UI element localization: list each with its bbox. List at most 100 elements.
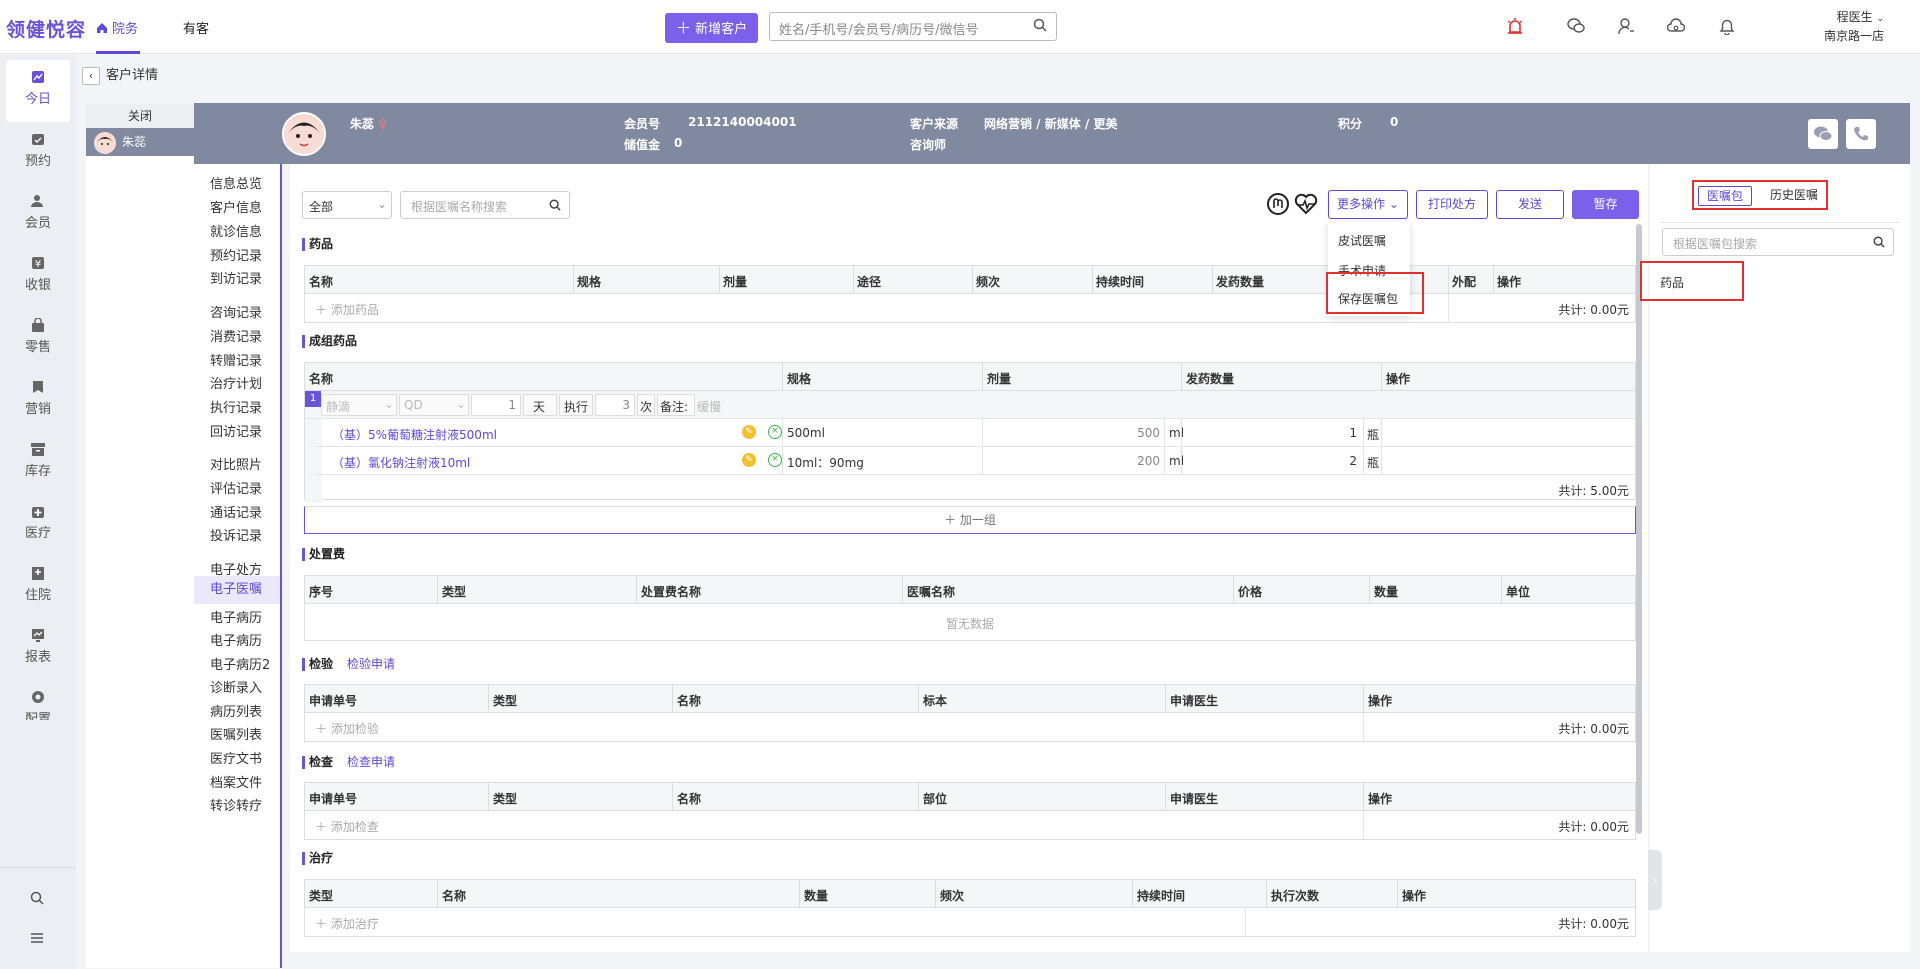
menu-item-15[interactable]: 投诉记录 — [210, 525, 262, 544]
nav-youke[interactable]: 有客 — [183, 18, 209, 37]
dose-input[interactable]: 200 — [982, 454, 1160, 468]
save-draft-button[interactable]: 暂存 — [1572, 190, 1639, 219]
sidebar-item-members[interactable]: 会员 — [6, 184, 70, 246]
dose-input[interactable]: 500 — [982, 426, 1160, 440]
menu-item-10[interactable]: 执行记录 — [210, 397, 262, 416]
remove-icon[interactable]: × — [768, 425, 782, 439]
menu-item-12[interactable]: 对比照片 — [210, 454, 262, 473]
sidebar-item-retail[interactable]: 零售 — [6, 308, 70, 370]
menu-item-7[interactable]: 消费记录 — [210, 326, 262, 345]
menu-item-8[interactable]: 转赠记录 — [210, 350, 262, 369]
tab-history-orders[interactable]: 历史医嘱 — [1764, 186, 1824, 206]
note-input[interactable]: 缓慢 — [697, 398, 721, 415]
menu-item-11[interactable]: 回访记录 — [210, 421, 262, 440]
menu-item-19[interactable]: 电子病历 — [210, 630, 262, 649]
days-input[interactable]: 1 — [471, 394, 521, 416]
menu-item-2[interactable]: 客户信息 — [210, 197, 262, 216]
print-prescription-button[interactable]: 打印处方 — [1416, 190, 1488, 219]
menu-item-23[interactable]: 医嘱列表 — [210, 724, 262, 743]
send-button[interactable]: 发送 — [1496, 190, 1564, 219]
add-exam-button[interactable]: ＋ 添加检查 — [315, 818, 379, 835]
exec-count-input[interactable]: 3 — [595, 394, 635, 416]
lab-request-link[interactable]: 检验申请 — [347, 657, 395, 671]
back-icon[interactable]: ‹ — [82, 67, 100, 85]
search-icon[interactable] — [549, 199, 561, 211]
menu-item-6[interactable]: 咨询记录 — [210, 302, 262, 321]
sidebar-item-today[interactable]: 今日 — [6, 60, 70, 122]
menu-item-13[interactable]: 评估记录 — [210, 478, 262, 497]
sidebar-item-hospital[interactable]: 住院 — [6, 556, 70, 618]
order-filter-select[interactable]: 全部 ⌄ — [302, 191, 392, 219]
alarm-icon[interactable] — [1506, 17, 1524, 35]
edit-icon[interactable]: ✎ — [742, 453, 756, 467]
package-tabs: 医嘱包 历史医嘱 — [1692, 180, 1828, 210]
sidebar-item-inventory[interactable]: 库存 — [6, 432, 70, 494]
menu-icon[interactable] — [30, 931, 44, 945]
sidebar-item-cashier[interactable]: ¥ 收银 — [6, 246, 70, 308]
add-lab-button[interactable]: ＋ 添加检验 — [315, 720, 379, 737]
new-customer-button[interactable]: ＋ 新增客户 — [665, 13, 758, 43]
menu-item-14[interactable]: 通话记录 — [210, 502, 262, 521]
sidebar-item-appointment[interactable]: 预约 — [6, 122, 70, 184]
package-search-input[interactable]: 根据医嘱包搜索 — [1662, 228, 1894, 256]
frequency-select[interactable]: QD ⌄ — [399, 394, 469, 416]
cloud-icon[interactable] — [1667, 17, 1685, 35]
menu-item-4[interactable]: 预约记录 — [210, 245, 262, 264]
drug-name-link[interactable]: （基）氯化钠注射液10ml — [332, 454, 470, 471]
menu-item-25[interactable]: 档案文件 — [210, 772, 262, 791]
bell-icon[interactable] — [1718, 17, 1736, 35]
phone-button[interactable] — [1846, 119, 1876, 149]
global-search-input[interactable]: 姓名/手机号/会员号/病历号/微信号 — [769, 12, 1057, 41]
menu-item-26[interactable]: 转诊转疗 — [210, 795, 262, 814]
vitals-icon[interactable] — [1294, 192, 1318, 216]
search-icon[interactable] — [30, 891, 44, 905]
tab-order-package[interactable]: 医嘱包 — [1698, 186, 1752, 206]
phone-icon — [1854, 127, 1868, 141]
plus-icon: ＋ — [675, 19, 691, 37]
user-icon[interactable] — [1617, 17, 1635, 35]
edit-icon[interactable]: ✎ — [742, 425, 756, 439]
remove-icon[interactable]: × — [768, 453, 782, 467]
menu-item-22[interactable]: 病历列表 — [210, 701, 262, 720]
add-group-button[interactable]: ＋ 加一组 — [304, 506, 1636, 534]
drug-name-link[interactable]: （基）5%葡萄糖注射液500ml — [332, 426, 497, 443]
user-menu[interactable]: 程医生 ⌄ 南京路一店 — [1824, 9, 1884, 45]
menu-item-18[interactable]: 电子病历 — [210, 607, 262, 626]
menu-item-20[interactable]: 电子病历2 — [210, 654, 270, 673]
menu-item-24[interactable]: 医疗文书 — [210, 748, 262, 767]
points-value: 0 — [1390, 115, 1399, 129]
add-drug-button[interactable]: ＋ 添加药品 — [315, 301, 379, 318]
menu-item-9[interactable]: 治疗计划 — [210, 373, 262, 392]
search-icon[interactable] — [1033, 18, 1047, 32]
qty-input[interactable]: 1 — [1181, 426, 1357, 440]
table-header: 序号 类型 处置费名称 医嘱名称 价格 数量 单位 — [305, 576, 1635, 604]
add-therapy-button[interactable]: ＋ 添加治疗 — [315, 915, 379, 932]
search-icon[interactable] — [1873, 236, 1885, 248]
collapse-handle[interactable]: › — [1648, 850, 1662, 910]
chevron-down-icon: ⌄ — [377, 197, 388, 211]
close-all-button[interactable]: 关闭 — [86, 104, 194, 128]
menu-item-skin-test[interactable]: 皮试医嘱 — [1338, 232, 1386, 249]
sidebar-item-report[interactable]: 报表 — [6, 618, 70, 680]
wechat-button[interactable] — [1808, 119, 1838, 149]
menu-item-3[interactable]: 就诊信息 — [210, 221, 262, 240]
sidebar-item-marketing[interactable]: 营销 — [6, 370, 70, 432]
menu-item-5[interactable]: 到访记录 — [210, 268, 262, 287]
scrollbar[interactable] — [1636, 224, 1642, 834]
calendar-icon — [32, 134, 44, 145]
wechat-icon[interactable] — [1567, 17, 1585, 35]
menu-item-17[interactable]: 电子医嘱 — [194, 576, 280, 604]
sidebar-item-config[interactable]: 配置 — [6, 680, 70, 720]
order-search-input[interactable]: 根据医嘱名称搜索 — [400, 191, 570, 219]
allergy-icon[interactable] — [1266, 192, 1290, 216]
qty-input[interactable]: 2 — [1181, 454, 1357, 468]
patient-tab[interactable]: 朱蕊 — [86, 128, 194, 156]
more-actions-button[interactable]: 更多操作 ⌄ — [1328, 190, 1408, 219]
menu-item-1[interactable]: 信息总览 — [210, 173, 262, 192]
menu-item-21[interactable]: 诊断录入 — [210, 677, 262, 696]
sidebar-item-medical[interactable]: 医疗 — [6, 494, 70, 556]
nav-underline — [96, 51, 140, 54]
route-select[interactable]: 静滴 ⌄ — [321, 394, 397, 416]
exam-request-link[interactable]: 检查申请 — [347, 755, 395, 769]
nav-yuanwu[interactable]: 院务 — [96, 18, 138, 37]
